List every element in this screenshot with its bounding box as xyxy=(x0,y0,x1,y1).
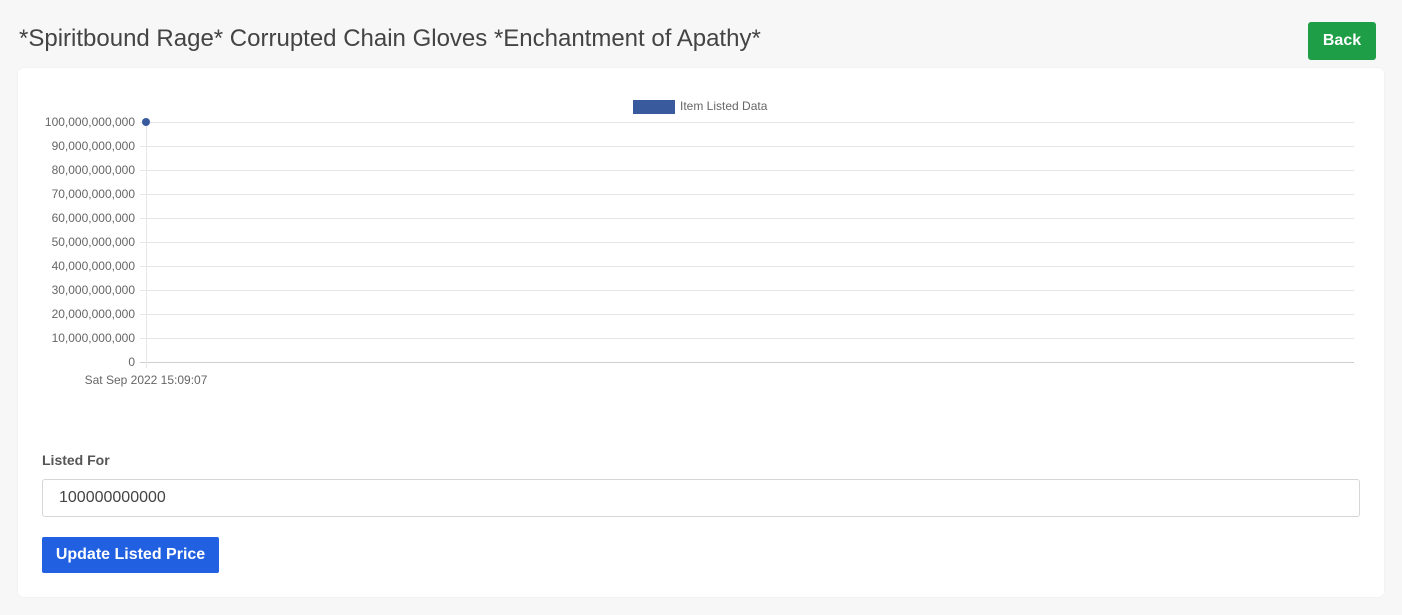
legend-label: Item Listed Data xyxy=(680,99,768,113)
update-listed-price-button[interactable]: Update Listed Price xyxy=(42,537,219,573)
y-tick-label: 50,000,000,000 xyxy=(52,235,136,249)
y-tick-label: 100,000,000,000 xyxy=(45,115,135,129)
item-card: Item Listed Data 0 10,000,000,000 20,000,00… xyxy=(18,68,1384,597)
page-header: *Spiritbound Rage* Corrupted Chain Glove… xyxy=(0,0,1402,68)
y-tick-label: 80,000,000,000 xyxy=(52,163,136,177)
y-tick-label: 40,000,000,000 xyxy=(52,259,136,273)
y-tick-label: 70,000,000,000 xyxy=(52,187,136,201)
listed-for-label: Listed For xyxy=(42,452,110,468)
legend-swatch xyxy=(633,100,675,114)
back-button[interactable]: Back xyxy=(1308,22,1376,60)
page-title: *Spiritbound Rage* Corrupted Chain Glove… xyxy=(19,25,761,52)
y-tick-label: 60,000,000,000 xyxy=(52,211,136,225)
x-tick-label: Sat Sep 2022 15:09:07 xyxy=(85,373,208,387)
y-tick-label: 90,000,000,000 xyxy=(52,139,136,153)
listed-price-input[interactable] xyxy=(42,479,1360,517)
data-point xyxy=(142,118,150,126)
y-tick-label: 20,000,000,000 xyxy=(52,307,136,321)
y-tick-label: 30,000,000,000 xyxy=(52,283,136,297)
y-tick-label: 0 xyxy=(128,355,135,369)
y-tick-label: 10,000,000,000 xyxy=(52,331,136,345)
price-history-chart: Item Listed Data 0 10,000,000,000 20,000,00… xyxy=(45,99,1354,387)
